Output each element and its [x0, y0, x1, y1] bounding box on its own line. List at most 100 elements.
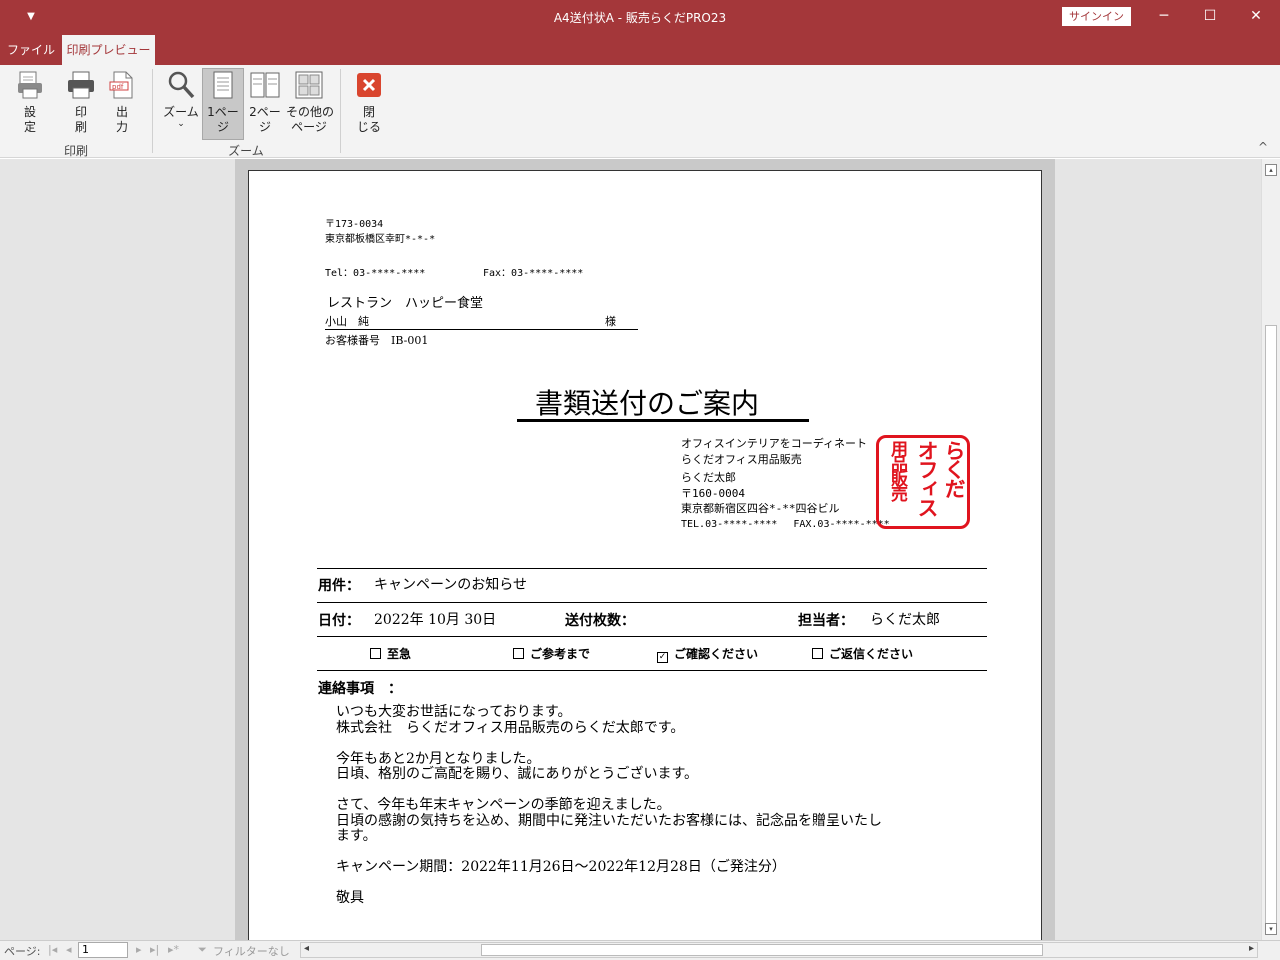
title-bar: ▼ A4送付状A - 販売らくだPRO23 サインイン ─ ☐ ✕ — [0, 0, 1280, 35]
pdf-icon: pdf — [109, 71, 133, 99]
scroll-up-icon[interactable]: ▴ — [1265, 164, 1277, 176]
horizontal-scroll-thumb[interactable] — [481, 944, 1043, 956]
tab-file[interactable]: ファイル — [0, 35, 62, 65]
company-seal-stamp: らくだ オフィス 用品販売 — [876, 435, 970, 529]
status-bar: ページ: |◂ ◂ 1 ▸ ▸| ▸* ⏷ フィルターなし ◂ ▸ — [0, 940, 1280, 960]
sender-company: らくだオフィス用品販売 — [681, 453, 802, 466]
notes-label: 連絡事項 ： — [318, 681, 402, 697]
preview-area: 〒173-0034 東京都板橋区幸町*-*-* Tel：03-****-****… — [0, 159, 1261, 940]
checkbox-label: 至急 — [387, 647, 412, 661]
checkbox-icon: ✓ — [657, 652, 668, 663]
new-record-icon[interactable]: ▸* — [168, 943, 179, 956]
checkbox-icon — [513, 648, 524, 659]
checkbox-icon — [812, 648, 823, 659]
notes-body: いつも大変お世話になっております。 株式会社 らくだオフィス用品販売のらくだ太郎… — [336, 704, 882, 906]
svg-text:pdf: pdf — [112, 83, 124, 91]
other-pages-button[interactable]: その他の ページ — [286, 69, 335, 139]
checkbox-label: ご確認ください — [674, 647, 759, 661]
checkbox-label: ご返信ください — [829, 647, 914, 661]
ribbon: 設 定 印 刷 pdf 出 力 印刷 ズーム ⌄ 1ペー ジ 2ペー ジ その他… — [0, 65, 1280, 158]
stamp-text-1: らくだ — [942, 440, 966, 497]
sender-company-zip: 〒160-0004 — [681, 487, 745, 500]
print-label: 印 刷 — [74, 105, 87, 134]
stamp-text-2: オフィス — [915, 440, 939, 516]
checkbox-label: ご参考まで — [530, 647, 591, 661]
two-page-icon — [250, 72, 280, 98]
rule-line — [317, 636, 987, 637]
rule-line — [317, 670, 987, 671]
scroll-right-icon[interactable]: ▸ — [1249, 943, 1254, 954]
zoom-button[interactable]: ズーム ⌄ — [160, 69, 202, 139]
printer-icon — [68, 71, 94, 99]
print-group-label: 印刷 — [63, 144, 88, 158]
sender-fax: Fax：03-****-**** — [483, 268, 584, 279]
filter-icon: ⏷ — [198, 943, 207, 956]
recipient-name: 小山 純 — [325, 315, 369, 328]
page-label: ページ: — [4, 945, 41, 958]
collapse-ribbon-button[interactable]: ^ — [1258, 140, 1268, 154]
close-preview-button[interactable]: 閉 じる — [350, 69, 388, 139]
single-page-icon — [213, 71, 233, 99]
sender-tagline: オフィスインテリアをコーディネート — [681, 437, 868, 450]
next-page-icon[interactable]: ▸ — [136, 943, 142, 956]
print-button[interactable]: 印 刷 — [64, 69, 98, 139]
scroll-down-icon[interactable]: ▾ — [1265, 923, 1277, 935]
multi-page-icon — [295, 71, 323, 99]
sender-company-telfax: TEL.03-****-**** FAX.03-****-**** — [681, 519, 890, 530]
rule-line — [317, 602, 987, 603]
settings-label: 設 定 — [23, 105, 36, 134]
other-pages-label: その他の ページ — [286, 105, 335, 134]
maximize-button[interactable]: ☐ — [1187, 0, 1233, 32]
group-separator — [152, 69, 153, 153]
recipient-underline — [325, 329, 638, 330]
honorific: 様 — [605, 315, 616, 328]
zoom-group-label: ズーム — [228, 144, 264, 158]
sender-tel: Tel：03-****-**** — [325, 268, 426, 279]
chevron-down-icon: ⌄ — [177, 119, 185, 129]
one-page-label: 1ペー ジ — [207, 105, 239, 134]
filter-status[interactable]: フィルターなし — [213, 943, 290, 959]
settings-button[interactable]: 設 定 — [12, 69, 48, 139]
subject-value: キャンペーンのお知らせ — [374, 577, 528, 593]
staff-label: 担当者： — [798, 613, 854, 629]
scroll-left-icon[interactable]: ◂ — [304, 943, 309, 954]
vertical-scrollbar[interactable]: ▴ ▾ — [1261, 159, 1280, 940]
two-page-button[interactable]: 2ペー ジ — [246, 69, 284, 139]
two-page-label: 2ペー ジ — [249, 105, 281, 134]
customer-number: お客様番号 IB-001 — [325, 334, 429, 347]
magnifier-icon — [168, 71, 195, 99]
close-icon — [357, 73, 381, 97]
checkbox-urgent: 至急 — [370, 645, 411, 662]
first-page-icon[interactable]: |◂ — [48, 943, 57, 956]
page-number-input[interactable]: 1 — [78, 942, 128, 958]
sheet-count-label: 送付枚数： — [565, 613, 635, 629]
signin-button[interactable]: サインイン — [1062, 7, 1131, 26]
checkbox-icon — [370, 648, 381, 659]
recipient-company: レストラン ハッピー食堂 — [327, 296, 484, 311]
close-window-button[interactable]: ✕ — [1233, 0, 1279, 32]
sender-address: 東京都板橋区幸町*-*-* — [325, 234, 436, 245]
group-separator — [340, 69, 341, 153]
vertical-scroll-thumb[interactable] — [1265, 325, 1277, 925]
checkbox-please-reply: ご返信ください — [812, 645, 913, 662]
date-value: 2022年 10月 30日 — [374, 612, 497, 628]
zoom-label: ズーム — [163, 105, 199, 119]
date-label: 日付： — [318, 613, 360, 629]
output-pdf-button[interactable]: pdf 出 力 — [104, 69, 140, 139]
horizontal-scrollbar[interactable]: ◂ ▸ — [300, 942, 1258, 958]
staff-value: らくだ太郎 — [870, 612, 940, 628]
tab-print-preview[interactable]: 印刷プレビュー — [62, 35, 155, 65]
close-label: 閉 じる — [356, 105, 381, 134]
prev-page-icon[interactable]: ◂ — [66, 943, 72, 956]
ribbon-tabs: ファイル 印刷プレビュー — [0, 35, 1280, 65]
output-label: 出 力 — [115, 105, 128, 134]
checkbox-reference: ご参考まで — [513, 645, 590, 662]
last-page-icon[interactable]: ▸| — [150, 943, 159, 956]
sender-person: らくだ太郎 — [681, 471, 736, 484]
heading-underline — [517, 419, 809, 422]
page-setup-icon — [18, 71, 42, 99]
checkbox-please-confirm: ✓ ご確認ください — [657, 645, 758, 663]
document-heading: 書類送付のご案内 — [535, 387, 760, 420]
minimize-button[interactable]: ─ — [1141, 0, 1187, 32]
one-page-button[interactable]: 1ペー ジ — [202, 68, 244, 140]
